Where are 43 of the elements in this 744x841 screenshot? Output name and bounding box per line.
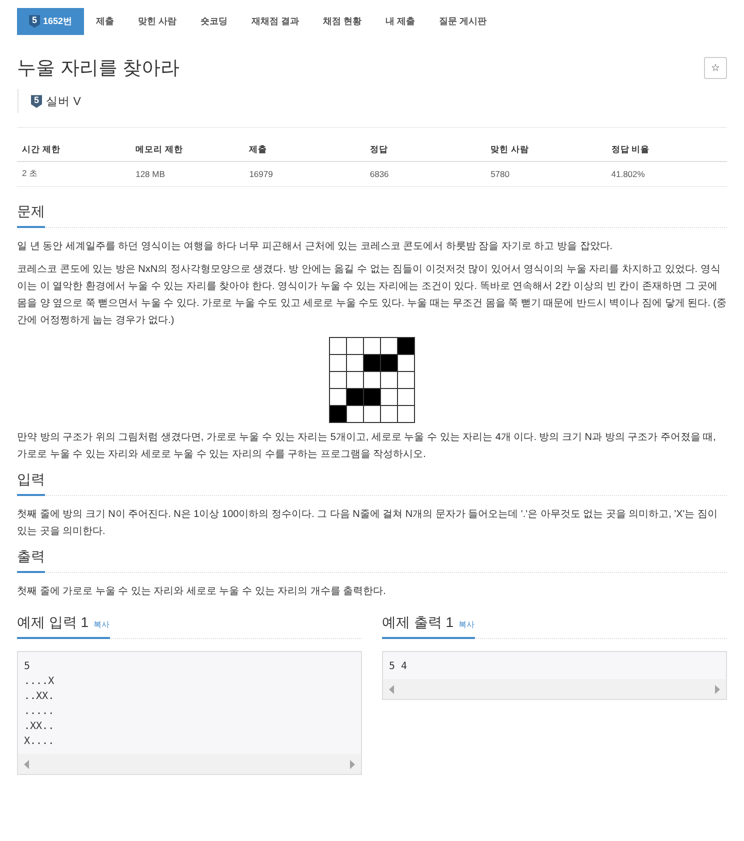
- tier-badge-icon: 5: [29, 15, 40, 28]
- paragraph: 만약 방의 구조가 위의 그림처럼 생겼다면, 가로로 누울 수 있는 자리는 5개이고, 세로로 누울 수 있는 자리는 4개 이다. 방의 크기 N과 방의 구조가 주어졌을 때, 가로로 누울 수 있는 자리와 세로로 누울 수 있는 자리의 수를 구하는 프로그램을 작성하시오.: [17, 431, 717, 462]
- paragraph: 첫째 줄에 방의 크기 N이 주어진다. N은 1이상 100이하의 정수이다. 그 다음 N줄에 걸쳐 N개의 문자가 들어오는데 '.'은 아무것도 없는 곳을 의미하고, 'X'는 짐이 있는 곳을 의미한다.: [17, 508, 718, 539]
- nav-tab[interactable]: 재채점 결과: [240, 8, 312, 35]
- scroll-left-icon[interactable]: [24, 760, 29, 768]
- nav-tab[interactable]: 질문 게시판: [427, 8, 499, 35]
- paragraph: 코레스코 콘도에 있는 방은 NxN의 정사각형모양으로 생겼다. 방 안에는 옮길 수 없는 짐들이 이것저것 많이 있어서 영식이의 누울 자리를 차지하고 있었다. 영식이는 이 열악한 환경에서 누울 수 있는 자리를 찾아야 한다. 영식이가 누울 수 있는 자리에는 조건이 있다. 똑바로 연속해서 2칸 이상의 빈 칸이 존재하면 그 곳에 몸을 양 옆으로 쭉 뻗으면서 누울 수 있다. 가로로 누울 수도 있고 세로로 누울 수도 있다. 누울 때는 무조건 몸을 쭉 뻗기 때문에 반드시 벽이나 짐에 닿게 된다. (중간에 어정쩡하게 눕는 경우가 없다.): [17, 263, 727, 328]
- table-cell: 16979: [244, 162, 365, 186]
- nav-tab[interactable]: 숏코딩: [188, 8, 240, 35]
- nav-tab[interactable]: 채점 현황: [311, 8, 374, 35]
- section-heading: 입력: [17, 471, 45, 489]
- nav-tab[interactable]: 내 제출: [374, 8, 428, 35]
- column-header: 제출: [244, 140, 365, 162]
- paragraph: 일 년 동안 세계일주를 하던 영식이는 여행을 하다 너무 피곤해서 근처에 있는 코레스코 콘도에서 하룻밤 잠을 자기로 하고 방을 잡았다.: [17, 240, 614, 254]
- table-cell: 5780: [486, 162, 606, 186]
- section-heading: 문제: [17, 203, 45, 221]
- column-header: 메모리 제한: [130, 140, 244, 162]
- table-cell: 41.802%: [606, 162, 727, 186]
- sample-text: 5 4: [388, 660, 408, 674]
- copy-link[interactable]: 복사: [94, 619, 110, 630]
- scroll-right-icon[interactable]: [350, 760, 355, 768]
- favorite-button[interactable]: ☆: [704, 57, 727, 79]
- tier-label: 실버 V: [46, 94, 81, 108]
- nav-tab[interactable]: 제출: [84, 8, 126, 35]
- sample-heading: 예제 출력 1: [382, 614, 454, 632]
- sample-text: 5 ....X ..XX. ..... .XX.. X....: [23, 660, 56, 749]
- nav-tab[interactable]: 5 1652번: [17, 8, 84, 35]
- column-header: 시간 제한: [17, 140, 131, 162]
- copy-link[interactable]: 복사: [458, 619, 475, 630]
- column-header: 정답: [364, 140, 486, 162]
- table-cell: 6836: [364, 162, 486, 186]
- tier-badge-icon: 5: [31, 94, 42, 108]
- scroll-right-icon[interactable]: [715, 684, 720, 694]
- column-header: 맞힌 사람: [486, 140, 606, 162]
- problem-title: 누울 자리를 찾아라: [17, 57, 180, 81]
- sample-heading: 예제 입력 1: [17, 614, 89, 632]
- section-heading: 출력: [17, 548, 45, 566]
- paragraph: 첫째 줄에 가로로 누울 수 있는 자리와 세로로 누울 수 있는 자리의 개수를 출력한다.: [17, 585, 387, 599]
- column-header: 정답 비율: [606, 140, 727, 162]
- table-cell: 2 초: [17, 162, 131, 186]
- nav-tab[interactable]: 맞힌 사람: [126, 8, 189, 35]
- table-cell: 128 MB: [130, 162, 244, 186]
- scroll-left-icon[interactable]: [389, 684, 394, 694]
